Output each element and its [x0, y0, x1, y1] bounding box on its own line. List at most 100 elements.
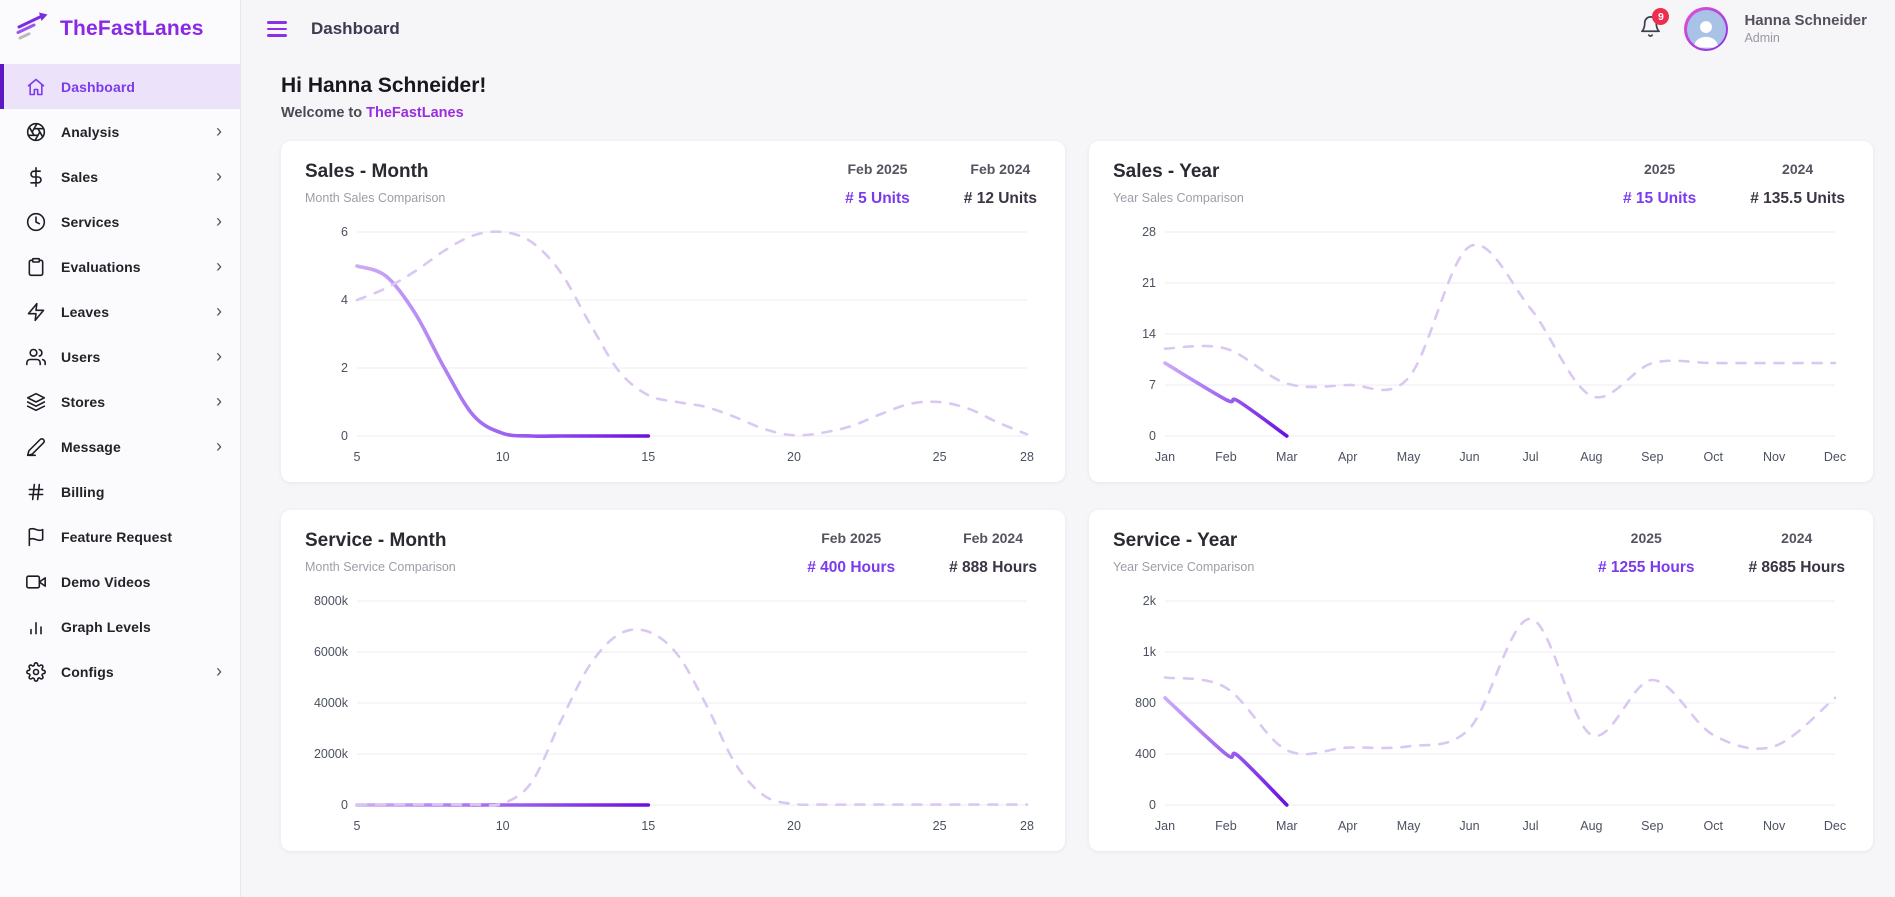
main-area: Dashboard 9 Hanna Schneider Admin Hi Han… — [241, 0, 1895, 897]
svg-text:Oct: Oct — [1703, 450, 1723, 464]
avatar-image — [1686, 9, 1726, 49]
sidebar-item-graph-levels[interactable]: Graph Levels — [0, 604, 240, 649]
chevron-right-icon: › — [216, 255, 222, 276]
stat-previous: 2024 # 8685 Hours — [1749, 530, 1846, 577]
chevron-right-icon: › — [216, 345, 222, 366]
stat-label: 2025 — [1630, 530, 1662, 546]
aperture-icon — [26, 122, 46, 142]
card-sales-month: Sales - Month Month Sales Comparison Feb… — [281, 141, 1065, 482]
sidebar-item-label: Graph Levels — [61, 618, 151, 635]
chevron-right-icon: › — [216, 120, 222, 141]
chevron-right-icon: › — [216, 300, 222, 321]
svg-text:2k: 2k — [1143, 594, 1157, 608]
svg-text:28: 28 — [1020, 450, 1034, 464]
page-title: Dashboard — [311, 19, 400, 38]
svg-text:15: 15 — [641, 450, 655, 464]
svg-text:0: 0 — [1149, 429, 1156, 443]
chevron-right-icon: › — [216, 390, 222, 411]
card-stats: 2025 # 1255 Hours 2024 # 8685 Hours — [1598, 530, 1849, 577]
stat-previous: 2024 # 135.5 Units — [1750, 161, 1845, 208]
svg-text:Sep: Sep — [1641, 819, 1663, 833]
stat-label: 2024 — [1781, 530, 1813, 546]
svg-text:21: 21 — [1142, 276, 1156, 290]
sidebar-item-label: Message — [61, 438, 121, 455]
svg-text:Dec: Dec — [1824, 450, 1846, 464]
svg-text:25: 25 — [933, 450, 947, 464]
svg-text:Mar: Mar — [1276, 450, 1298, 464]
stat-current: Feb 2025 # 5 Units — [845, 161, 910, 208]
sidebar-item-label: Evaluations — [61, 258, 141, 275]
sidebar-item-configs[interactable]: Configs › — [0, 649, 240, 694]
users-icon — [26, 347, 46, 367]
brand-name: TheFastLanes — [60, 17, 204, 40]
sidebar-item-feature-request[interactable]: Feature Request — [0, 514, 240, 559]
card-title: Service - Year — [1113, 530, 1238, 551]
stat-value: # 12 Units — [963, 190, 1037, 207]
svg-text:4000k: 4000k — [314, 696, 349, 710]
stat-previous: Feb 2024 # 888 Hours — [949, 530, 1037, 577]
svg-text:Jul: Jul — [1523, 819, 1539, 833]
sidebar-item-users[interactable]: Users › — [0, 334, 240, 379]
sidebar-item-label: Billing — [61, 483, 105, 500]
svg-text:800: 800 — [1135, 696, 1156, 710]
greeting-heading: Hi Hanna Schneider! — [281, 74, 487, 97]
user-avatar[interactable] — [1684, 7, 1729, 51]
line-chart-service-year: 0 400 800 1k 2k Jan Feb Mar Apr May Jun Jul Aug Sep Oc… — [1113, 587, 1849, 839]
sidebar-item-sales[interactable]: Sales › — [0, 154, 240, 199]
svg-text:25: 25 — [933, 819, 947, 833]
menu-toggle-button[interactable] — [267, 21, 287, 37]
stat-label: Feb 2025 — [821, 530, 882, 546]
svg-text:Jun: Jun — [1459, 819, 1479, 833]
stat-value: # 400 Hours — [807, 559, 896, 576]
brand-logo-icon — [16, 12, 52, 47]
svg-text:Jan: Jan — [1155, 819, 1175, 833]
sidebar-item-label: Users — [61, 348, 101, 365]
sidebar-item-message[interactable]: Message › — [0, 424, 240, 469]
sidebar-item-billing[interactable]: Billing — [0, 469, 240, 514]
sidebar-item-evaluations[interactable]: Evaluations › — [0, 244, 240, 289]
svg-text:8000k: 8000k — [314, 594, 349, 608]
stat-label: Feb 2024 — [963, 530, 1024, 546]
svg-text:Aug: Aug — [1580, 450, 1602, 464]
stat-value: # 1255 Hours — [1598, 559, 1695, 576]
svg-text:May: May — [1397, 819, 1421, 833]
svg-text:20: 20 — [787, 819, 801, 833]
svg-text:5: 5 — [354, 450, 361, 464]
sidebar-item-analysis[interactable]: Analysis › — [0, 109, 240, 154]
card-header: Service - Month Month Service Comparison… — [305, 530, 1041, 577]
svg-text:5: 5 — [354, 819, 361, 833]
line-chart-sales-month: 0 2 4 6 5 10 15 20 25 28 — [305, 218, 1041, 470]
svg-text:Apr: Apr — [1338, 819, 1357, 833]
svg-text:7: 7 — [1149, 378, 1156, 392]
sidebar-item-leaves[interactable]: Leaves › — [0, 289, 240, 334]
welcome-brand: TheFastLanes — [366, 105, 464, 121]
svg-text:28: 28 — [1020, 819, 1034, 833]
card-title: Sales - Month — [305, 161, 429, 182]
sidebar-item-services[interactable]: Services › — [0, 199, 240, 244]
svg-text:0: 0 — [1149, 798, 1156, 812]
svg-text:6: 6 — [341, 225, 348, 239]
notifications-button[interactable]: 9 — [1639, 8, 1670, 43]
card-subtitle: Year Service Comparison — [1113, 560, 1255, 574]
svg-text:0: 0 — [341, 429, 348, 443]
card-header: Sales - Year Year Sales Comparison 2025 … — [1113, 161, 1849, 208]
sidebar-item-label: Dashboard — [61, 78, 136, 95]
stat-value: # 15 Units — [1622, 190, 1697, 207]
cards-grid: Sales - Month Month Sales Comparison Feb… — [281, 141, 1873, 851]
welcome-prefix: Welcome to — [281, 105, 367, 121]
sidebar-item-label: Analysis — [61, 123, 120, 140]
user-name: Hanna Schneider — [1744, 11, 1867, 29]
hash-icon — [26, 482, 46, 502]
card-title: Sales - Year — [1113, 161, 1220, 182]
sidebar-item-demo-videos[interactable]: Demo Videos — [0, 559, 240, 604]
app-window: TheFastLanes Dashboard Analysis › Sales … — [0, 0, 1895, 897]
brand-logo[interactable]: TheFastLanes — [0, 0, 240, 58]
card-subtitle: Month Sales Comparison — [305, 191, 446, 205]
stat-value: # 135.5 Units — [1750, 190, 1845, 207]
home-icon — [26, 77, 46, 97]
sidebar-nav: Dashboard Analysis › Sales › Services › … — [0, 58, 240, 694]
svg-text:Dec: Dec — [1824, 819, 1846, 833]
user-role: Admin — [1744, 30, 1780, 45]
sidebar-item-stores[interactable]: Stores › — [0, 379, 240, 424]
sidebar-item-dashboard[interactable]: Dashboard — [0, 64, 240, 109]
